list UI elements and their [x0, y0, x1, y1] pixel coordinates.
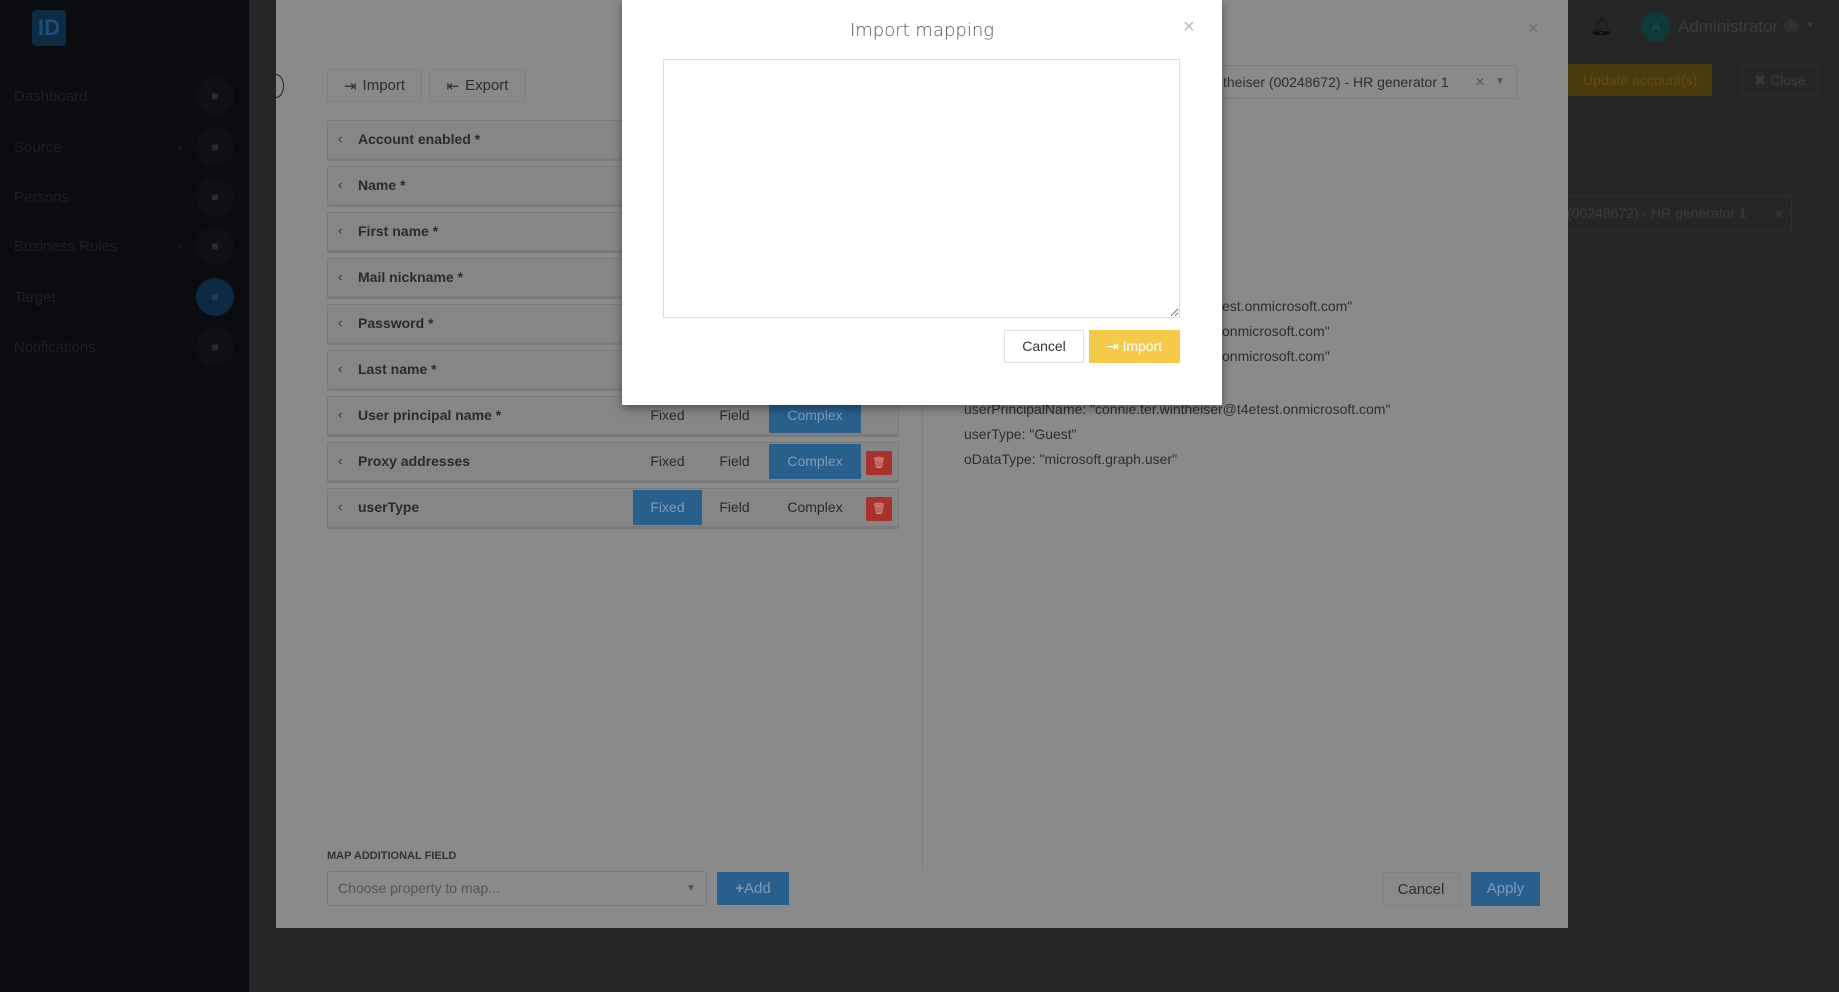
users-icon[interactable]: ■ [196, 178, 234, 216]
sidebar-item-persons[interactable]: Persons [14, 189, 69, 206]
avatar[interactable]: A [1641, 12, 1671, 42]
user-menu-caret-icon[interactable]: ▼ [1805, 20, 1815, 31]
chevron-left-icon[interactable]: ‹ [338, 407, 342, 422]
layers-icon[interactable]: ■ [196, 128, 234, 166]
add-field-button[interactable]: +Add [717, 872, 789, 905]
globe-icon[interactable]: ■ [196, 227, 234, 265]
import-button[interactable]: ⇥ Import [327, 69, 422, 102]
mode-fixed-button[interactable]: Fixed [633, 444, 702, 479]
mapping-json-textarea[interactable] [663, 59, 1180, 318]
clear-icon[interactable]: ✕ [1475, 66, 1485, 98]
modal-title: Import mapping [849, 20, 995, 41]
chevron-left-icon[interactable]: ‹ [338, 177, 342, 192]
modal-close-icon[interactable]: × [1183, 16, 1195, 39]
update-accounts-button[interactable]: Update account(s) [1567, 64, 1712, 96]
additional-field-label: MAP ADDITIONAL FIELD [327, 850, 457, 862]
sign-in-icon: ⇥ [1106, 338, 1123, 354]
sidebar-item-dashboard[interactable]: Dashboard [14, 88, 87, 105]
import-mapping-modal: Import mapping × Cancel ⇥ Import [622, 0, 1222, 405]
modal-import-button[interactable]: ⇥ Import [1089, 330, 1180, 363]
notification-badge: ! [1784, 19, 1798, 33]
chevron-left-icon[interactable]: ‹ [338, 453, 342, 468]
mode-fixed-button[interactable]: Fixed [633, 490, 702, 525]
sidebar-item-business-rules[interactable]: Business Rules [14, 238, 117, 255]
apply-button[interactable]: Apply [1471, 872, 1540, 906]
chevron-left-icon[interactable]: ‹ [338, 361, 342, 376]
preview-line: userType: "Guest" [964, 426, 1077, 442]
person-select-background[interactable]: (00248672) - HR generator 1✕ ▼ [1566, 196, 1792, 231]
app-logo: ID [32, 10, 66, 46]
close-icon: ✖ [1754, 72, 1770, 88]
sidebar-item-target[interactable]: Target [14, 289, 56, 306]
chevron-left-icon: ‹ [178, 139, 183, 154]
chevron-down-icon: ▼ [686, 883, 696, 894]
modal-cancel-button[interactable]: Cancel [1004, 330, 1084, 363]
close-page-button[interactable]: ✖ Close [1742, 64, 1818, 96]
grid-icon[interactable]: ■ [196, 278, 234, 316]
trash-icon[interactable]: 🗑︎ [866, 497, 892, 521]
sidebar-item-source[interactable]: Source [14, 139, 62, 156]
preview-line: oDataType: "microsoft.graph.user" [964, 451, 1178, 467]
mode-complex-button[interactable]: Complex [769, 444, 861, 479]
chevron-left-icon[interactable]: ‹ [338, 269, 342, 284]
mapping-row[interactable]: ‹ Proxy addresses Fixed Field Complex 🗑︎ [327, 442, 899, 481]
property-select[interactable]: Choose property to map... ▼ [327, 871, 707, 906]
chevron-left-icon[interactable]: ‹ [338, 315, 342, 330]
bell-icon[interactable]: 🔔︎ [1590, 16, 1613, 37]
user-name[interactable]: Administrator [1678, 17, 1778, 37]
chevron-left-icon[interactable]: ‹ [338, 131, 342, 146]
preview-line: onmicrosoft.com" [1222, 323, 1330, 339]
plus-icon: + [735, 880, 745, 897]
mode-complex-button[interactable]: Complex [769, 490, 861, 525]
chevron-left-icon: ‹ [178, 238, 183, 253]
trash-icon[interactable]: 🗑︎ [866, 451, 892, 475]
sign-out-icon: ⇤ [446, 77, 460, 95]
home-icon[interactable]: ■ [196, 77, 234, 115]
chevron-down-icon[interactable]: ▼ [1495, 66, 1505, 98]
sign-in-icon: ⇥ [343, 77, 357, 95]
sidebar-item-notifications[interactable]: Notifications [14, 339, 96, 356]
person-select[interactable]: theiser (00248672) - HR generator 1 ✕ ▼ [1220, 65, 1517, 99]
mapping-row[interactable]: ‹ userType Fixed Field Complex 🗑︎ [327, 488, 899, 527]
panel-close-icon[interactable]: × [1528, 18, 1539, 39]
mode-field-button[interactable]: Field [703, 490, 766, 525]
chevron-left-icon[interactable]: ‹ [338, 499, 342, 514]
preview-line: est.onmicrosoft.com" [1222, 298, 1353, 314]
mode-field-button[interactable]: Field [703, 444, 766, 479]
panel-edge-icon [268, 74, 284, 98]
cancel-button[interactable]: Cancel [1382, 872, 1460, 906]
export-button[interactable]: ⇤ Export [429, 69, 526, 102]
preview-line: onmicrosoft.com" [1222, 348, 1330, 364]
chevron-left-icon[interactable]: ‹ [338, 223, 342, 238]
envelope-icon[interactable]: ■ [196, 328, 234, 366]
